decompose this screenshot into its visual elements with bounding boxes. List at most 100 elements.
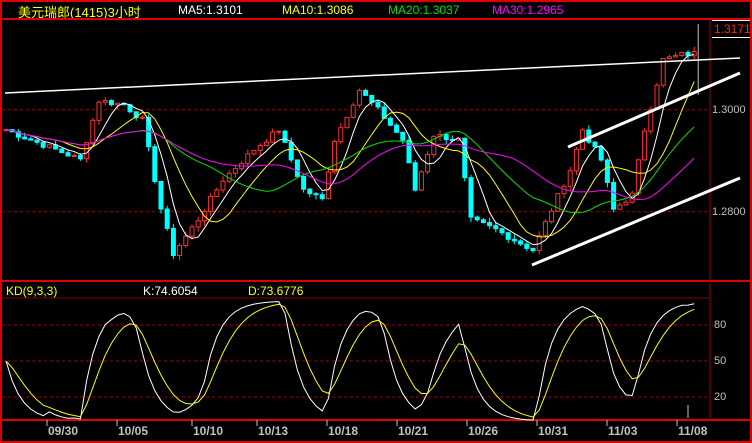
candle-body [46, 144, 52, 148]
candle-body [22, 136, 28, 140]
candle-body [400, 131, 406, 141]
candle-body [394, 124, 400, 133]
candle-body [90, 119, 96, 144]
candle-body [623, 201, 629, 206]
candle-body [635, 159, 641, 194]
resistance-line [4, 57, 741, 94]
candle-body [183, 235, 189, 247]
candle-body [313, 193, 319, 196]
k-value: K:74.6054 [143, 284, 198, 298]
candle-body [195, 220, 201, 228]
candle-body [487, 222, 493, 227]
last-price-label: 1.3171 [712, 20, 751, 38]
candle-body [573, 148, 579, 172]
candle-body [406, 139, 412, 164]
x-tick-10-26: 10/26 [468, 424, 499, 438]
candle-body [276, 130, 282, 133]
candle-body [214, 189, 220, 198]
candle-body [642, 130, 648, 161]
candle-body [592, 141, 598, 148]
candle-body [604, 159, 610, 183]
candle-body [480, 219, 486, 224]
candle-body [617, 204, 623, 210]
candle-body [387, 117, 393, 126]
candle-body [232, 168, 238, 174]
candle-body [363, 89, 369, 96]
candle-body [71, 154, 77, 157]
candle-body [598, 146, 604, 161]
candle-body [294, 159, 300, 177]
candle-body [301, 175, 307, 190]
x-tick-10-31: 10/31 [538, 424, 569, 438]
candle-body [524, 243, 530, 249]
candle-body [660, 58, 666, 86]
candle-body [270, 131, 276, 143]
x-tick-10-21: 10/21 [398, 424, 429, 438]
candle-body [493, 225, 499, 230]
candle-body [158, 180, 164, 210]
candle-body [375, 101, 381, 108]
candle-body [177, 245, 183, 256]
candle-body [549, 210, 555, 223]
candle-body [257, 144, 263, 151]
candle-body [40, 141, 46, 148]
candle-body [567, 170, 573, 187]
candle-body [164, 208, 170, 229]
candle-body [307, 188, 313, 195]
kd-tick-20: 20 [714, 391, 727, 403]
candle-body [468, 177, 474, 218]
y-tick-1.2800: 1.2800 [712, 206, 746, 218]
candle-body [679, 51, 685, 56]
candle-body [108, 100, 114, 106]
x-tick-10-05: 10/05 [118, 424, 149, 438]
candle-body [34, 139, 40, 143]
candle-body [189, 226, 195, 237]
candle-body [59, 148, 65, 154]
x-tick-10-18: 10/18 [328, 424, 359, 438]
candle-body [344, 116, 350, 129]
candle-body [28, 138, 34, 141]
ma5-line [5, 53, 695, 246]
candle-body [474, 216, 480, 221]
forex-chart-window: 美元瑞郎(1415)3小时 MA5:1.3101 MA10:1.3086 MA2… [0, 0, 752, 443]
kd-label: KD(9,3,3) [6, 284, 58, 298]
candle-body [325, 171, 331, 200]
candle-body [251, 149, 257, 155]
kd-tick-50: 50 [714, 355, 727, 367]
candle-body [288, 141, 294, 161]
candle-body [115, 102, 121, 106]
candle-body [666, 56, 672, 60]
kd-tick-80: 80 [714, 319, 727, 331]
candle-body [418, 171, 424, 191]
x-tick-10-13: 10/13 [258, 424, 289, 438]
candle-body [611, 181, 617, 210]
candle-body [220, 180, 226, 191]
price-chart[interactable] [0, 0, 752, 443]
candle-body [350, 104, 356, 118]
candle-body [542, 221, 548, 236]
candle-body [332, 141, 338, 173]
candle-body [673, 54, 679, 58]
candle-body [170, 227, 176, 256]
candle-body [319, 194, 325, 200]
candle-body [511, 238, 517, 242]
candle-body [356, 89, 362, 106]
candle-body [282, 130, 288, 143]
candle-body [518, 240, 524, 245]
d-value: D:73.6776 [248, 284, 304, 298]
candle-body [152, 146, 158, 182]
candle-body [499, 228, 505, 234]
candle-body [208, 196, 214, 212]
x-tick-10-10: 10/10 [193, 424, 224, 438]
x-tick-11-08: 11/08 [678, 424, 708, 438]
candle-body [654, 84, 660, 110]
candle-body [338, 127, 344, 143]
candle-body [65, 152, 71, 157]
x-tick-09-30: 09/30 [48, 424, 79, 438]
x-tick-11-03: 11/03 [608, 424, 638, 438]
candle-body [505, 232, 511, 240]
candle-body [530, 247, 536, 252]
candle-body [443, 134, 449, 141]
y-tick-1.3000: 1.3000 [712, 104, 746, 116]
candle-body [77, 154, 83, 160]
